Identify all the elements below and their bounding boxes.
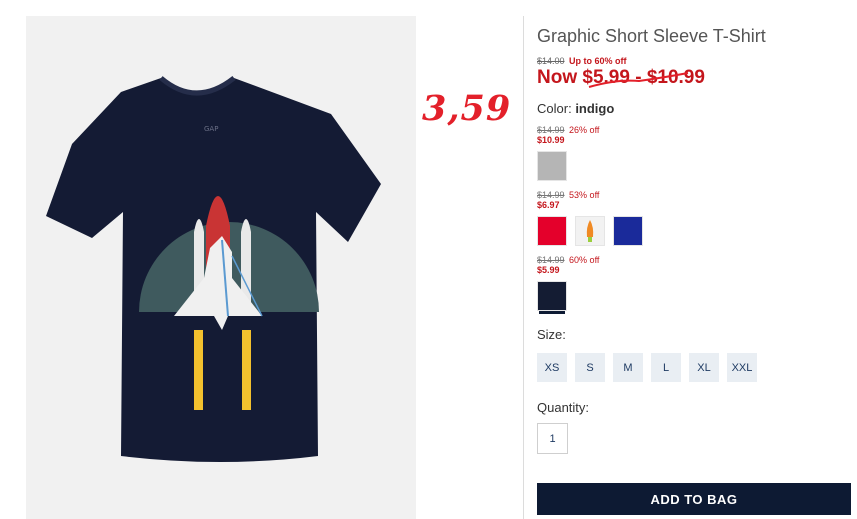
add-to-bag-button[interactable]: ADD TO BAG <box>537 483 851 515</box>
price-group-now: $5.99 <box>537 265 560 275</box>
size-option-xxl[interactable]: XXL <box>727 353 757 382</box>
product-page: GAP 3,59 Graphic Short Sleeve T-Shirt $1… <box>0 0 857 519</box>
product-title: Graphic Short Sleeve T-Shirt <box>537 26 766 46</box>
quantity-input[interactable]: 1 <box>537 423 568 454</box>
swatch-rocket-print[interactable] <box>575 216 605 246</box>
original-price: $14.00 <box>537 56 565 66</box>
price-group-now: $10.99 <box>537 135 565 145</box>
size-option-l[interactable]: L <box>651 353 681 382</box>
rocket-print-icon <box>586 220 594 242</box>
price-group-now: $6.97 <box>537 200 560 210</box>
original-price-line: $14.00 Up to 60% off <box>537 56 851 66</box>
size-option-xs[interactable]: XS <box>537 353 567 382</box>
price-group-off: 60% off <box>569 255 600 265</box>
product-details: Graphic Short Sleeve T-Shirt $14.00 Up t… <box>537 26 851 454</box>
price-group-was: $14.99 <box>537 190 565 200</box>
size-label: Size: <box>537 327 566 342</box>
swatch-royal-blue[interactable] <box>613 216 643 246</box>
tshirt-illustration: GAP <box>46 76 381 462</box>
svg-text:GAP: GAP <box>204 125 218 133</box>
now-price: Now $5.99 - $10.99 <box>537 67 851 89</box>
price-group: $14.99 26% off $10.99 <box>537 125 851 181</box>
panel-divider <box>523 16 524 519</box>
price-group-was: $14.99 <box>537 125 565 135</box>
size-option-m[interactable]: M <box>613 353 643 382</box>
price-group-off: 26% off <box>569 125 600 135</box>
discount-summary: Up to 60% off <box>569 56 627 66</box>
price-group: $14.99 60% off $5.99 <box>537 255 851 311</box>
swatch-red[interactable] <box>537 216 567 246</box>
size-option-xl[interactable]: XL <box>689 353 719 382</box>
color-label: Color: <box>537 101 572 116</box>
size-option-s[interactable]: S <box>575 353 605 382</box>
size-options: XS S M L XL XXL <box>537 353 851 382</box>
price-group-was: $14.99 <box>537 255 565 265</box>
quantity-label: Quantity: <box>537 400 590 415</box>
swatch-indigo[interactable] <box>537 281 567 311</box>
handwritten-price-annotation: 3,59 <box>422 88 512 129</box>
color-selector-label: Color: indigo <box>537 101 851 116</box>
price-group: $14.99 53% off $6.97 <box>537 190 851 246</box>
price-group-off: 53% off <box>569 190 600 200</box>
swatch-heather-grey[interactable] <box>537 151 567 181</box>
product-image[interactable]: GAP <box>26 16 416 519</box>
handwritten-strikethrough <box>588 72 689 88</box>
color-value: indigo <box>575 101 615 116</box>
